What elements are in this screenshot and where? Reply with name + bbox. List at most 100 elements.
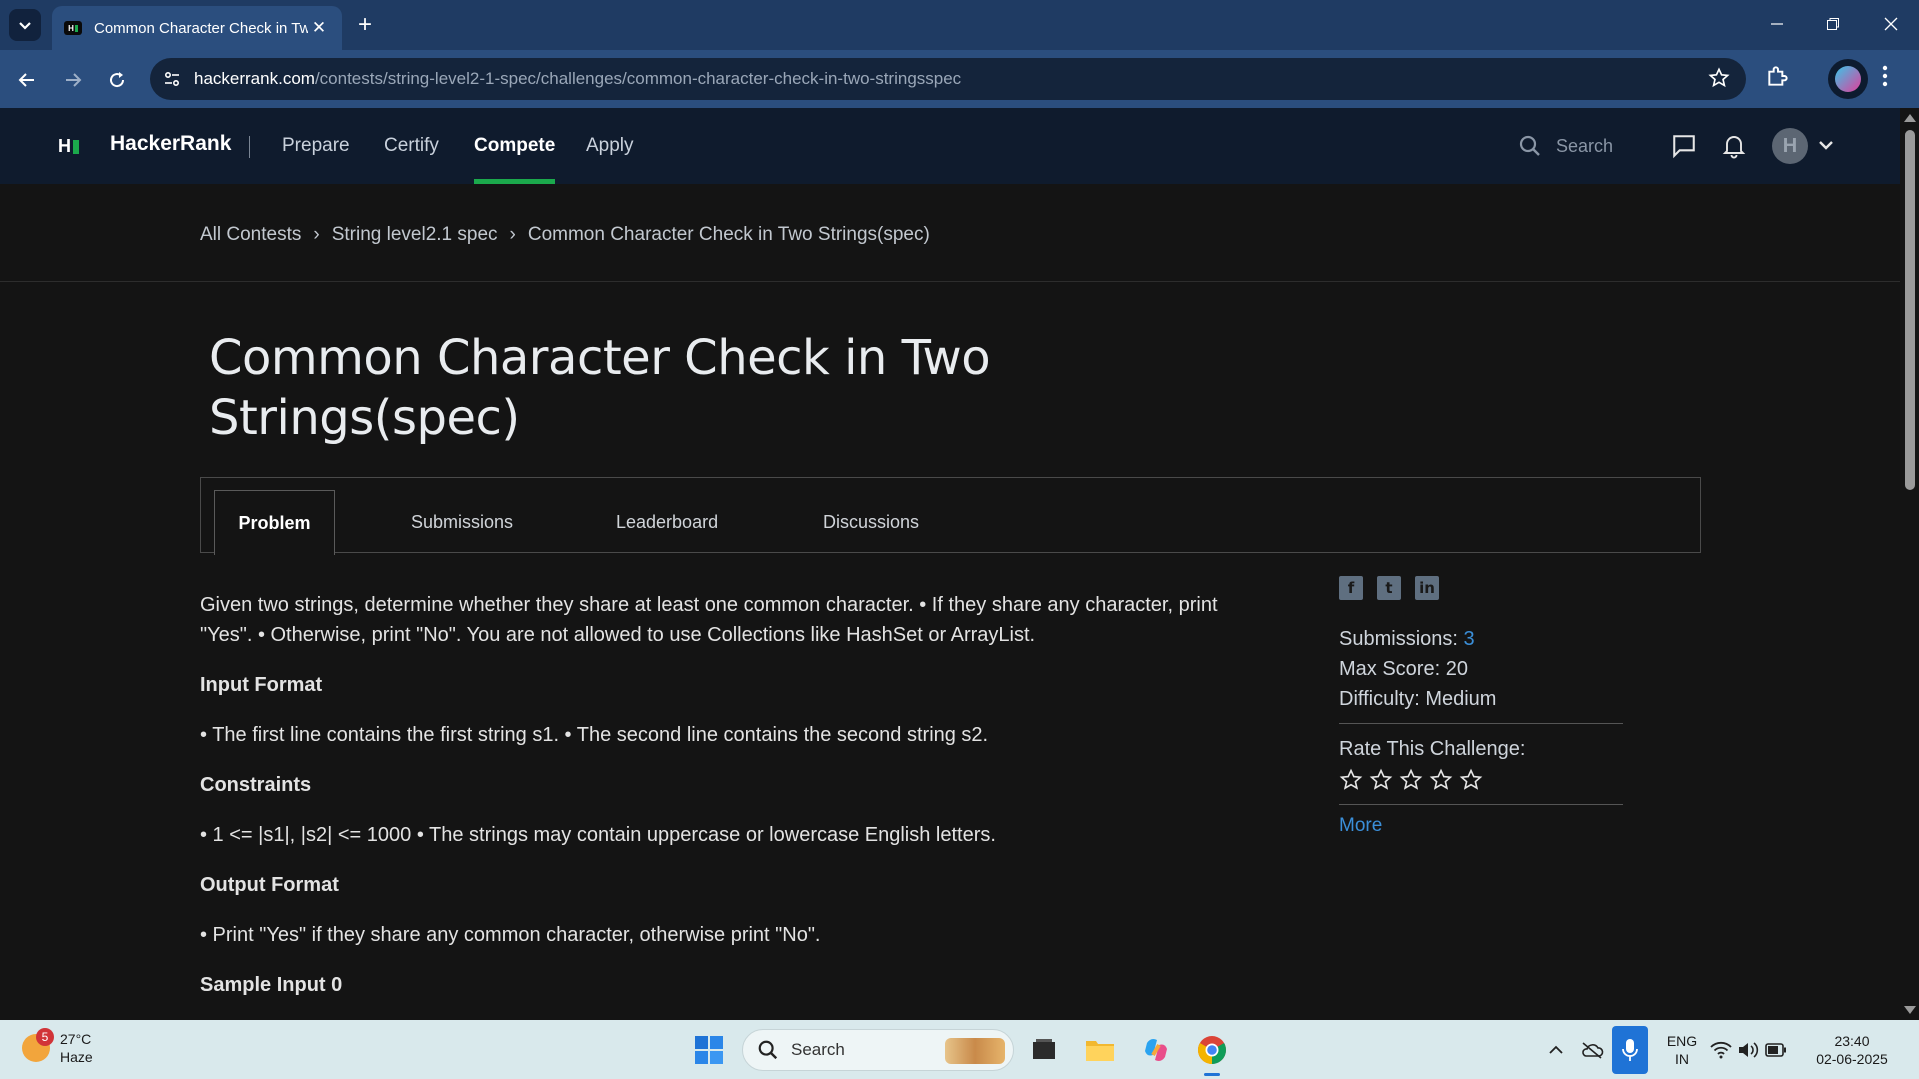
new-tab-button[interactable]: + [350, 10, 380, 40]
task-view-icon[interactable] [1024, 1030, 1064, 1070]
clock-date: 02-06-2025 [1816, 1051, 1888, 1067]
hackerrank-favicon-icon: H [64, 21, 82, 35]
close-icon [1884, 17, 1898, 31]
onedrive-offline-icon[interactable] [1572, 1030, 1612, 1070]
windows-start-icon[interactable] [689, 1030, 729, 1070]
microphone-icon[interactable] [1612, 1026, 1648, 1074]
minimize-icon [1771, 23, 1783, 25]
chevron-up-icon[interactable] [1536, 1030, 1576, 1070]
tab-close-icon[interactable]: ✕ [308, 18, 330, 38]
twitter-icon[interactable]: t [1377, 576, 1401, 600]
tab-leaderboard[interactable]: Leaderboard [616, 490, 718, 554]
facebook-icon[interactable]: f [1339, 576, 1363, 600]
star-icon[interactable] [1369, 768, 1393, 792]
site-search[interactable]: Search [1518, 134, 1613, 158]
sidebar-divider [1339, 804, 1623, 805]
user-avatar[interactable]: H [1772, 128, 1808, 164]
tab-discussions[interactable]: Discussions [823, 490, 919, 554]
scroll-down-arrow-icon[interactable] [1904, 1006, 1916, 1014]
chrome-icon[interactable] [1192, 1030, 1232, 1076]
star-icon[interactable] [1399, 768, 1423, 792]
problem-description: Given two strings, determine whether the… [200, 594, 1218, 646]
battery-icon[interactable] [1762, 1030, 1790, 1070]
tab-title: Common Character Check in Two Strings(sp… [94, 19, 308, 37]
brand-name[interactable]: HackerRank [110, 132, 231, 156]
close-window-button[interactable] [1863, 0, 1919, 48]
taskbar-search[interactable]: Search [742, 1029, 1014, 1071]
restore-button[interactable] [1805, 0, 1861, 48]
social-share: f t in [1339, 576, 1623, 600]
max-score: Max Score: 20 [1339, 658, 1468, 680]
page-scrollbar[interactable] [1900, 108, 1919, 1020]
input-format-heading: Input Format [200, 674, 323, 696]
reload-button[interactable] [100, 63, 134, 97]
difficulty: Difficulty: Medium [1339, 688, 1497, 710]
tab-submissions[interactable]: Submissions [411, 490, 513, 554]
output-format-heading: Output Format [200, 874, 339, 896]
breadcrumb-contest[interactable]: String level2.1 spec [332, 224, 498, 246]
input-language[interactable]: ENG IN [1666, 1032, 1698, 1068]
forward-button[interactable] [56, 63, 90, 97]
nav-compete[interactable]: Compete [474, 108, 556, 184]
weather-widget[interactable]: 5 27°C Haze [22, 1028, 93, 1066]
weather-badge: 5 [36, 1028, 54, 1046]
hackerrank-logo[interactable]: H [58, 136, 79, 157]
windows-taskbar: 5 27°C Haze Search ENG IN 23:40 02-06-20… [0, 1020, 1919, 1079]
search-icon [1519, 135, 1540, 156]
breadcrumb-strip: All Contests › String level2.1 spec › Co… [0, 184, 1900, 282]
nav-prepare[interactable]: Prepare [282, 108, 350, 184]
active-app-indicator [1204, 1073, 1220, 1076]
breadcrumb-all-contests[interactable]: All Contests [200, 224, 301, 246]
arrow-right-icon [66, 73, 82, 87]
extensions-puzzle-icon[interactable] [1765, 63, 1791, 94]
output-format-text: • Print "Yes" if they share any common c… [200, 924, 821, 946]
nav-certify[interactable]: Certify [384, 108, 439, 184]
constraints-text: • 1 <= |s1|, |s2| <= 1000 • The strings … [200, 824, 996, 846]
restore-icon [1827, 18, 1839, 30]
copilot-icon[interactable] [1136, 1030, 1176, 1070]
site-header: H HackerRank Prepare Certify Compete App… [0, 108, 1900, 184]
more-menu-icon[interactable] [1880, 63, 1890, 94]
arrow-left-icon [18, 73, 34, 87]
reload-icon [110, 72, 125, 88]
breadcrumb: All Contests › String level2.1 spec › Co… [200, 224, 930, 246]
header-divider [249, 136, 250, 158]
browser-tabstrip: H Common Character Check in Two Strings(… [0, 0, 1919, 50]
star-icon[interactable] [1459, 768, 1483, 792]
star-icon[interactable] [1429, 768, 1453, 792]
bookmark-star-icon[interactable] [1708, 67, 1730, 94]
browser-profile-avatar[interactable] [1828, 59, 1868, 99]
submissions-count-link[interactable]: 3 [1464, 628, 1475, 650]
wifi-icon[interactable] [1706, 1030, 1736, 1070]
taskbar-search-placeholder: Search [791, 1040, 845, 1059]
more-link[interactable]: More [1339, 815, 1382, 836]
address-bar[interactable]: hackerrank.com/contests/string-level2-1-… [150, 58, 1746, 100]
tab-problem[interactable]: Problem [214, 490, 335, 555]
clock[interactable]: 23:40 02-06-2025 [1812, 1032, 1892, 1068]
weather-condition: Haze [60, 1049, 93, 1065]
messages-icon[interactable] [1671, 133, 1697, 164]
challenge-tabs: Problem Submissions Leaderboard Discussi… [200, 477, 1701, 555]
star-icon[interactable] [1339, 768, 1363, 792]
minimize-button[interactable] [1749, 0, 1805, 48]
weather-sun-icon: 5 [22, 1028, 54, 1062]
file-explorer-icon[interactable] [1080, 1030, 1120, 1070]
nav-apply[interactable]: Apply [586, 108, 634, 184]
site-info-icon[interactable] [150, 69, 194, 89]
back-button[interactable] [10, 63, 44, 97]
breadcrumb-challenge[interactable]: Common Character Check in Two Strings(sp… [528, 224, 930, 246]
sample-input-heading: Sample Input 0 [200, 974, 343, 996]
chevron-right-icon: › [313, 224, 320, 245]
scroll-up-arrow-icon[interactable] [1904, 114, 1916, 122]
search-icon [758, 1040, 778, 1060]
browser-tab-active[interactable]: H Common Character Check in Two Strings(… [52, 6, 342, 50]
input-format-text: • The first line contains the first stri… [200, 724, 989, 746]
scrollbar-thumb[interactable] [1905, 130, 1915, 490]
submissions-count: Submissions: 3 [1339, 628, 1475, 650]
tab-search-button[interactable] [9, 9, 41, 41]
browser-toolbar: hackerrank.com/contests/string-level2-1-… [0, 50, 1919, 108]
profile-chevron-down-icon[interactable] [1818, 138, 1834, 156]
notifications-bell-icon[interactable] [1722, 133, 1746, 164]
linkedin-icon[interactable]: in [1415, 576, 1439, 600]
volume-icon[interactable] [1734, 1030, 1762, 1070]
